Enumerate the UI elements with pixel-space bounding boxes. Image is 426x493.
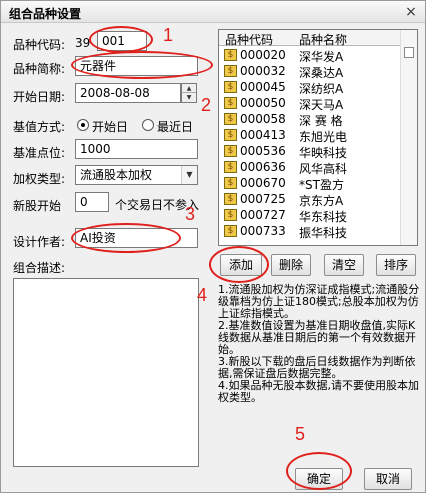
spin-down-icon[interactable]: ▼ (182, 93, 196, 102)
note-4: 4.如果品种无股本数据,请不要使用股本加权类型。 (218, 379, 419, 404)
item-code: 000058 (240, 112, 286, 126)
code-prefix: 39 (75, 36, 91, 50)
stock-icon: $ (224, 49, 237, 61)
start-date-label: 开始日期: (13, 90, 66, 104)
combo-settings-dialog: 组合品种设置 × 品种代码: 39 001 品种简称: 元器件 开始日期: 20… (0, 0, 426, 493)
annotation-circle-add (209, 246, 269, 283)
spin-up-icon[interactable]: ▲ (182, 84, 196, 93)
annotation-circle-ok (286, 452, 352, 490)
stock-icon: $ (224, 209, 237, 221)
clear-button[interactable]: 清空 (324, 254, 364, 276)
item-code: 000636 (240, 160, 286, 174)
list-item[interactable]: $000020 深华发A (219, 47, 401, 64)
list-item[interactable]: $000670 *ST盈方 (219, 175, 401, 192)
base-point-input[interactable]: 1000 (75, 139, 198, 159)
list-item[interactable]: $000727 华东科技 (219, 207, 401, 224)
list-item[interactable]: $000032 深桑达A (219, 63, 401, 80)
stock-list[interactable]: 品种代码 品种名称 $000020 深华发A $000032 深桑达A $00004… (218, 29, 418, 246)
item-code: 000050 (240, 96, 286, 110)
annotation-number-4: 4 (197, 285, 208, 305)
list-rows: $000020 深华发A $000032 深桑达A $000045 深纺织A $000… (219, 47, 401, 240)
base-method-label: 基值方式: (13, 120, 66, 134)
radio-recent-day[interactable] (142, 119, 154, 131)
list-item[interactable]: $000536 华映科技 (219, 143, 401, 160)
annotation-circle-author (71, 223, 181, 253)
radio-start-day-label: 开始日 (92, 120, 129, 134)
cancel-button[interactable]: 取消 (364, 468, 412, 490)
stock-icon: $ (224, 129, 237, 141)
item-code: 000032 (240, 64, 286, 78)
list-item[interactable]: $000725 京东方A (219, 191, 401, 208)
new-stock-label: 新股开始 (13, 199, 62, 213)
code-label: 品种代码: (13, 38, 66, 52)
stock-icon: $ (224, 65, 237, 77)
close-icon[interactable]: × (403, 4, 419, 20)
stock-icon: $ (224, 113, 237, 125)
scrollbar-thumb[interactable] (404, 47, 414, 58)
stock-icon: $ (224, 81, 237, 93)
item-code: 000413 (240, 128, 286, 142)
item-code: 000725 (240, 192, 286, 206)
column-name[interactable]: 品种名称 (299, 31, 347, 48)
stock-icon: $ (224, 161, 237, 173)
date-spinner[interactable]: ▲ ▼ (181, 83, 197, 103)
dialog-title: 组合品种设置 (9, 7, 82, 21)
author-label: 设计作者: (13, 235, 66, 249)
weight-type-select[interactable]: 流通股本加权 ▼ (75, 165, 198, 185)
weight-type-label: 加权类型: (13, 172, 66, 186)
item-code: 000045 (240, 80, 286, 94)
list-item[interactable]: $000050 深天马A (219, 95, 401, 112)
weight-type-value: 流通股本加权 (80, 168, 153, 182)
item-code: 000020 (240, 48, 286, 62)
annotation-number-3: 3 (185, 204, 196, 224)
item-code: 000670 (240, 176, 286, 190)
column-code[interactable]: 品种代码 (225, 31, 273, 48)
new-stock-days-input[interactable]: 0 (75, 192, 109, 212)
description-textarea[interactable] (13, 278, 199, 467)
radio-recent-day-label: 最近日 (157, 120, 194, 134)
note-1: 1.流通股加权为仿深证成指模式;流通股分级靠档为仿上证180模式;总股本加权为仿… (218, 283, 420, 320)
stock-icon: $ (224, 97, 237, 109)
chevron-down-icon[interactable]: ▼ (181, 166, 197, 184)
list-item[interactable]: $000058 深 赛 格 (219, 111, 401, 128)
base-point-label: 基准点位: (13, 146, 66, 160)
annotation-number-1: 1 (163, 25, 174, 45)
annotation-circle-name (71, 51, 213, 79)
list-header: 品种代码 品种名称 (219, 30, 401, 48)
description-label: 组合描述: (13, 261, 66, 275)
name-label: 品种简称: (13, 62, 66, 76)
annotation-circle-code (89, 26, 153, 53)
item-code: 000536 (240, 144, 286, 158)
stock-icon: $ (224, 225, 237, 237)
list-item[interactable]: $000413 东旭光电 (219, 127, 401, 144)
list-scrollbar[interactable] (400, 30, 417, 245)
stock-icon: $ (224, 145, 237, 157)
title-bar: 组合品种设置 × (1, 1, 425, 23)
annotation-number-5: 5 (295, 424, 306, 444)
sort-button[interactable]: 排序 (376, 254, 416, 276)
stock-icon: $ (224, 177, 237, 189)
note-2: 2.基准数值设置为基准日期收盘值,实际K线数据从基准日期后的第一个有效数据开始。 (218, 319, 416, 356)
list-item[interactable]: $000733 振华科技 (219, 223, 401, 240)
delete-button[interactable]: 删除 (271, 254, 311, 276)
list-item[interactable]: $000636 风华高科 (219, 159, 401, 176)
list-item[interactable]: $000045 深纺织A (219, 79, 401, 96)
item-code: 000733 (240, 224, 286, 238)
stock-icon: $ (224, 193, 237, 205)
item-name: 振华科技 (299, 226, 348, 240)
annotation-number-2: 2 (201, 95, 212, 115)
item-code: 000727 (240, 208, 286, 222)
radio-start-day[interactable] (77, 119, 89, 131)
help-notes: 1.流通股加权为仿深证成指模式;流通股分级靠档为仿上证180模式;总股本加权为仿… (218, 284, 421, 404)
start-date-input[interactable]: 2008-08-08 (75, 83, 181, 103)
note-3: 3.新股以下载的盘后日线数据作为判断依据,需保证盘后数据完整。 (218, 355, 416, 380)
